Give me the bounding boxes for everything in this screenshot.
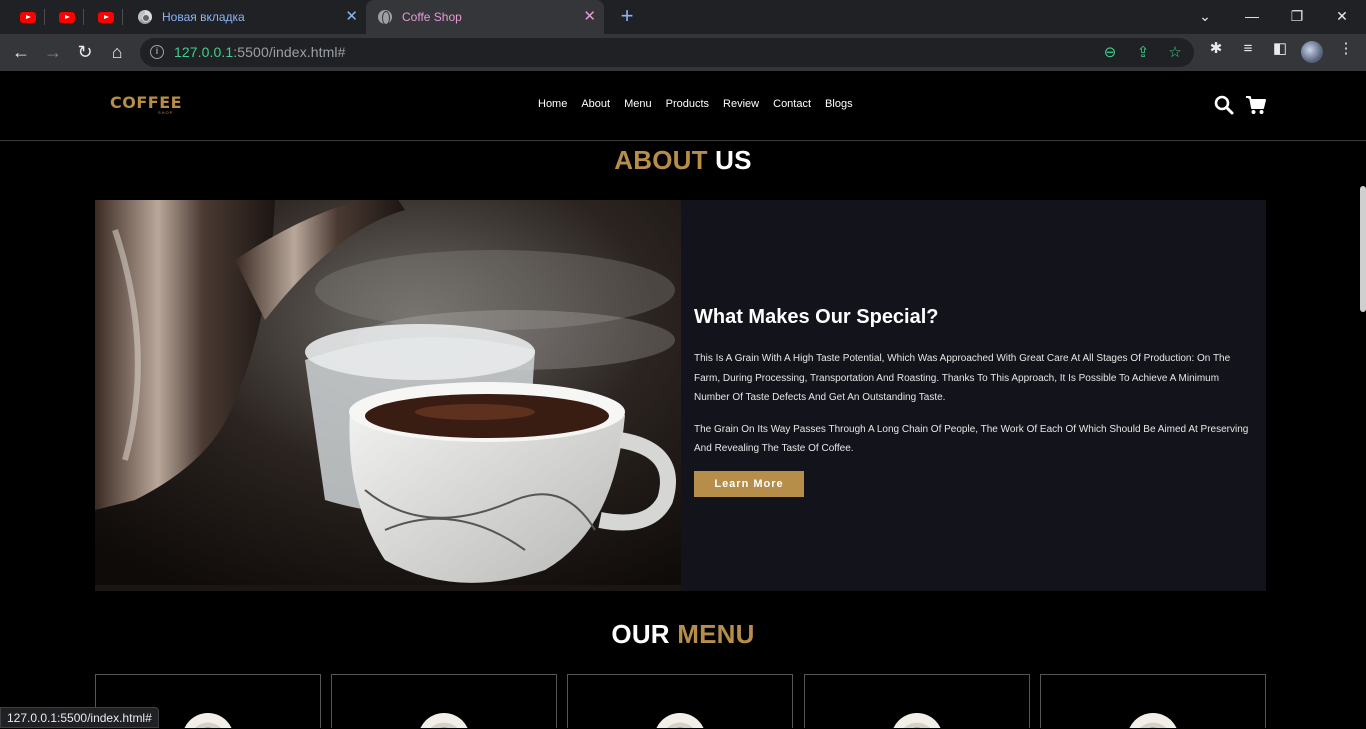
restore-button[interactable]: ❐ xyxy=(1282,6,1312,26)
coffee-pour-image xyxy=(95,200,681,591)
nav-link-menu[interactable]: Menu xyxy=(624,98,652,110)
menu-card[interactable] xyxy=(567,674,793,728)
tab-separator xyxy=(44,9,45,25)
close-tab-icon[interactable]: ✕ xyxy=(345,9,358,25)
pinned-tab-youtube[interactable] xyxy=(17,7,39,27)
nav-link-blogs[interactable]: Blogs xyxy=(825,98,853,110)
menu-section-title: OUR MENU xyxy=(0,619,1366,650)
tab-title: Новая вкладка xyxy=(162,10,245,24)
browser-toolbar: ← → ↻ ⌂ i 127.0.0.1:5500/index.html# ⊖ ⇪… xyxy=(0,34,1366,71)
pinned-tab-youtube[interactable] xyxy=(95,7,117,27)
close-tab-icon[interactable]: ✕ xyxy=(583,9,596,25)
about-title-word: US xyxy=(715,145,752,175)
zoom-icon[interactable]: ⊖ xyxy=(1100,43,1120,63)
pinned-tab-youtube[interactable] xyxy=(56,7,78,27)
profile-avatar[interactable] xyxy=(1301,41,1323,63)
coffee-cup-image xyxy=(891,713,943,728)
reload-button[interactable]: ↻ xyxy=(73,40,97,64)
nav-link-products[interactable]: Products xyxy=(666,98,709,110)
nav-link-review[interactable]: Review xyxy=(723,98,759,110)
globe-icon xyxy=(378,10,392,25)
coffee-cup-image xyxy=(418,713,470,728)
youtube-icon xyxy=(20,11,36,23)
coffee-cup-image xyxy=(182,713,234,728)
youtube-icon xyxy=(59,11,75,23)
menu-title-word: OUR xyxy=(611,619,670,649)
nav-link-contact[interactable]: Contact xyxy=(773,98,811,110)
browser-tab-strip: Новая вкладка ✕ Coffe Shop ✕ + ⌄ — ❐ ✕ xyxy=(0,0,1366,34)
site-header: COFFEE SHOP Home About Menu Products Rev… xyxy=(0,71,1366,141)
more-menu-icon[interactable]: ⋮ xyxy=(1335,38,1357,60)
new-tab-button[interactable]: + xyxy=(616,5,638,27)
status-bar-url: 127.0.0.1:5500/index.html# xyxy=(0,707,159,728)
nav-link-home[interactable]: Home xyxy=(538,98,567,110)
extensions-icon[interactable]: ✱ xyxy=(1205,38,1227,60)
tab-new-tab[interactable]: Новая вкладка ✕ xyxy=(126,0,366,34)
back-button[interactable]: ← xyxy=(9,40,33,64)
minimize-button[interactable]: — xyxy=(1237,6,1267,26)
main-nav: Home About Menu Products Review Contact … xyxy=(538,98,867,110)
about-paragraph: This Is A Grain With A High Taste Potent… xyxy=(694,353,1231,403)
about-section-title: ABOUT US xyxy=(0,145,1366,176)
home-button[interactable]: ⌂ xyxy=(105,40,129,64)
url-text[interactable]: 127.0.0.1:5500/index.html# xyxy=(174,44,346,60)
coffee-cup-image xyxy=(1127,713,1179,728)
tab-coffe-shop[interactable]: Coffe Shop ✕ xyxy=(366,0,604,34)
close-window-button[interactable]: ✕ xyxy=(1327,6,1357,26)
chrome-icon xyxy=(138,10,152,24)
tab-search-chevron-icon[interactable]: ⌄ xyxy=(1190,6,1220,26)
address-bar[interactable]: i 127.0.0.1:5500/index.html# ⊖ ⇪ ☆ xyxy=(140,38,1194,67)
forward-button[interactable]: → xyxy=(41,40,65,64)
coffee-cup-image xyxy=(654,713,706,728)
menu-title-word: MENU xyxy=(677,619,755,649)
about-section: What Makes Our Special? This Is A Grain … xyxy=(95,200,1266,591)
nav-link-about[interactable]: About xyxy=(581,98,610,110)
menu-card[interactable] xyxy=(331,674,557,728)
bookmark-star-icon[interactable]: ☆ xyxy=(1165,43,1185,63)
tab-separator xyxy=(122,9,123,25)
tab-title: Coffe Shop xyxy=(402,10,462,24)
about-text: What Makes Our Special? This Is A Grain … xyxy=(694,306,1254,497)
menu-card[interactable] xyxy=(1040,674,1266,728)
site-info-icon[interactable]: i xyxy=(150,45,164,59)
page-scrollbar[interactable] xyxy=(1360,186,1366,312)
youtube-icon xyxy=(98,11,114,23)
tab-separator xyxy=(83,9,84,25)
page-viewport: COFFEE SHOP Home About Menu Products Rev… xyxy=(0,71,1366,728)
share-icon[interactable]: ⇪ xyxy=(1133,43,1153,63)
side-panel-icon[interactable]: ◧ xyxy=(1269,38,1291,60)
media-controls-icon[interactable]: ≡ xyxy=(1237,38,1259,60)
about-title-word: ABOUT xyxy=(614,145,708,175)
search-icon[interactable] xyxy=(1213,94,1235,116)
cart-icon[interactable] xyxy=(1245,94,1267,116)
about-heading: What Makes Our Special? xyxy=(694,306,939,328)
site-logo-subtitle: SHOP xyxy=(158,110,174,115)
learn-more-button[interactable]: Learn More xyxy=(694,470,804,497)
menu-card[interactable] xyxy=(804,674,1030,728)
about-paragraph: The Grain On Its Way Passes Through A Lo… xyxy=(694,423,1249,455)
